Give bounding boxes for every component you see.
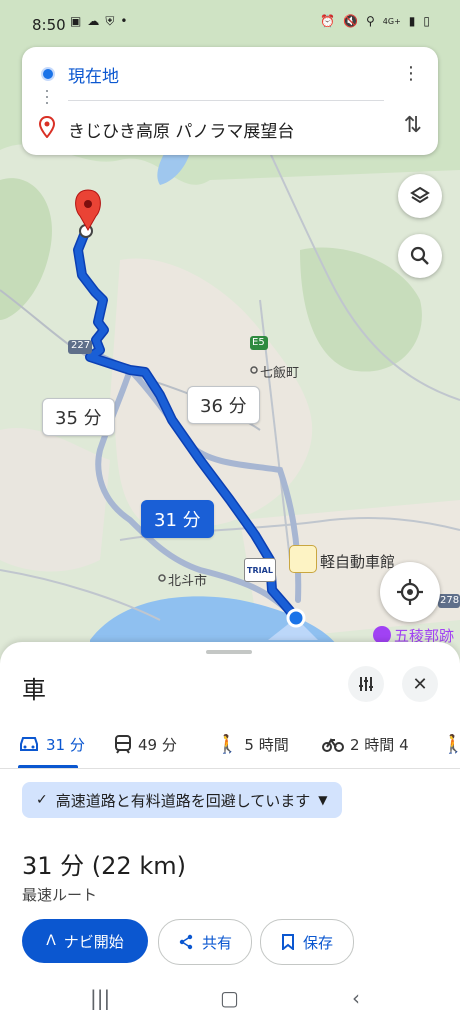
layers-button[interactable] <box>398 174 442 218</box>
transit-icon <box>115 735 131 754</box>
route-bubble-alt-36[interactable]: 36 分 <box>187 386 260 424</box>
status-time: 8:50 <box>32 16 66 34</box>
tab-walking-label: 5 時間 <box>244 735 289 754</box>
start-navigation-label: ナビ開始 <box>63 932 124 951</box>
share-icon <box>179 934 193 950</box>
status-left-icons: ▣ ☁ ⛨ • <box>70 14 127 29</box>
status-bar: 8:50 ▣ ☁ ⛨ • ⏰ 🔇 ⚲ 4G+ ▮ ▯ <box>0 0 460 44</box>
bookmark-icon <box>281 934 294 950</box>
system-navigation-bar: ||| ▢ ‹ <box>0 974 460 1024</box>
trial-store-marker[interactable]: TRIAL <box>244 558 276 582</box>
avoid-options-chip[interactable]: ✓ 高速道路と有料道路を回避しています ▼ <box>22 782 342 818</box>
check-icon: ✓ <box>36 792 48 808</box>
battery-icon: ▯ <box>423 14 430 28</box>
navigation-arrow-icon: Λ <box>46 933 56 949</box>
my-location-button[interactable] <box>380 562 440 622</box>
share-button[interactable]: 共有 <box>158 919 252 965</box>
save-label: 保存 <box>302 933 333 952</box>
mute-icon: 🔇 <box>343 14 358 28</box>
close-button[interactable]: ✕ <box>402 666 438 702</box>
dropdown-arrow-icon: ▼ <box>318 793 328 807</box>
active-tab-indicator <box>18 765 78 768</box>
ride-icon: 🚶 <box>442 733 460 755</box>
swap-directions-icon[interactable]: ⇅ <box>404 113 422 138</box>
sheet-drag-handle[interactable] <box>206 650 252 654</box>
tune-icon <box>359 677 373 691</box>
tab-cycling-label: 2 時間 4 <box>350 735 409 754</box>
place-label-nanae[interactable]: 七飯町 <box>260 362 299 381</box>
layers-icon <box>410 186 430 204</box>
start-navigation-button[interactable]: Λ ナビ開始 <box>22 919 148 963</box>
trial-label: TRIAL <box>247 565 273 575</box>
close-icon: ✕ <box>412 673 428 695</box>
mode-title: 車 <box>22 676 46 704</box>
network-label: 4G+ <box>382 16 401 26</box>
alarm-icon: ⏰ <box>320 14 336 28</box>
tab-driving-label: 31 分 <box>46 735 85 754</box>
route-connector-icon <box>46 90 48 108</box>
route-bubble-alt-35-label: 35 分 <box>55 408 102 429</box>
route-bubble-main-31-label: 31 分 <box>154 510 201 531</box>
more-options-icon[interactable]: ⋮ <box>402 63 420 84</box>
place-label-hokuto[interactable]: 北斗市 <box>168 570 207 589</box>
photo-icon: ▣ <box>70 14 82 28</box>
travel-mode-tabs: 31 分 49 分 🚶 5 時間 2 時間 4 🚶 <box>0 722 460 769</box>
search-button[interactable] <box>398 234 442 278</box>
road-label-e5: E5 <box>252 337 265 348</box>
directions-sheet: 車 ✕ 31 分 49 分 🚶 5 時間 2 時間 4 🚶 ✓ 高速道路と有料道… <box>0 642 460 1024</box>
recent-apps-icon[interactable]: ||| <box>90 986 110 1010</box>
signal-icon: ▮ <box>408 14 416 28</box>
tab-transit[interactable]: 49 分 <box>114 722 177 766</box>
route-description: 最速ルート <box>22 886 98 904</box>
tab-walking[interactable]: 🚶 5 時間 <box>216 722 289 766</box>
cloud-icon: ☁ <box>87 14 100 28</box>
route-options-button[interactable] <box>348 666 384 702</box>
route-bubble-main-31[interactable]: 31 分 <box>141 500 214 538</box>
origin-field[interactable]: 現在地 <box>68 62 119 87</box>
avoid-options-label: 高速道路と有料道路を回避しています <box>55 791 311 810</box>
back-icon[interactable]: ‹ <box>352 986 360 1010</box>
destination-field[interactable]: きじひき高原 パノラマ展望台 <box>68 117 294 142</box>
save-button[interactable]: 保存 <box>260 919 354 965</box>
home-icon[interactable]: ▢ <box>220 986 239 1010</box>
crosshair-icon <box>397 579 423 605</box>
card-divider <box>68 100 384 101</box>
walk-icon: 🚶 <box>216 733 239 755</box>
origin-dot-icon <box>41 67 55 81</box>
tab-cycling[interactable]: 2 時間 4 <box>322 722 409 766</box>
search-icon <box>410 246 429 265</box>
destination-pin-icon <box>38 116 56 138</box>
route-bubble-alt-35[interactable]: 35 分 <box>42 398 115 436</box>
route-bubble-alt-36-label: 36 分 <box>200 396 247 417</box>
tab-driving[interactable]: 31 分 <box>18 722 85 766</box>
shield-icon: ⛨ <box>105 14 115 28</box>
dot-icon: • <box>120 14 128 28</box>
tab-ride[interactable]: 🚶 <box>442 722 460 766</box>
tab-transit-label: 49 分 <box>138 735 177 754</box>
status-right-icons: ⏰ 🔇 ⚲ 4G+ ▮ ▯ <box>320 14 430 28</box>
share-label: 共有 <box>201 933 232 952</box>
car-icon <box>20 737 38 751</box>
road-label-278: 278 <box>440 595 460 606</box>
location-icon: ⚲ <box>365 14 375 28</box>
road-label-227: 227 <box>71 340 91 351</box>
directions-card: 現在地 きじひき高原 パノラマ展望台 ⋮ ⇅ <box>22 47 438 155</box>
route-duration: 31 分 (22 km) <box>22 852 186 880</box>
kei-jidosha-marker[interactable] <box>289 545 317 573</box>
place-label-kei-jidosha[interactable]: 軽自動車館 <box>320 551 395 572</box>
bike-icon <box>322 738 344 752</box>
